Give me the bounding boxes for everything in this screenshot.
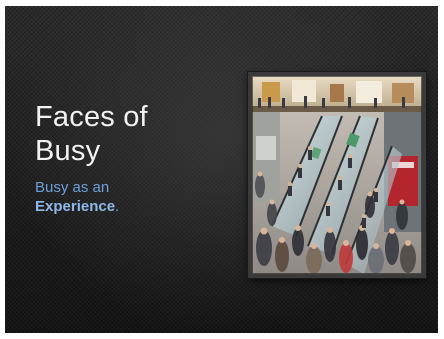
crowd-escalator-photo	[252, 76, 422, 274]
slide-title: Faces of Busy	[35, 100, 235, 168]
presentation-frame: Faces of Busy Busy as an Experience.	[0, 0, 444, 339]
photo-frame	[248, 72, 426, 278]
title-line-1: Faces of	[35, 101, 148, 133]
subtitle-end: .	[115, 198, 120, 215]
slide: Faces of Busy Busy as an Experience.	[5, 6, 438, 333]
title-line-2: Busy	[35, 135, 101, 167]
photo-illustration	[252, 76, 422, 274]
subtitle-emphasis: Experience	[35, 198, 116, 215]
slide-subtitle: Busy as an Experience.	[35, 178, 235, 216]
subtitle-line-1: Busy as an	[35, 179, 110, 196]
subtitle-line-2: Experience.	[35, 197, 235, 216]
